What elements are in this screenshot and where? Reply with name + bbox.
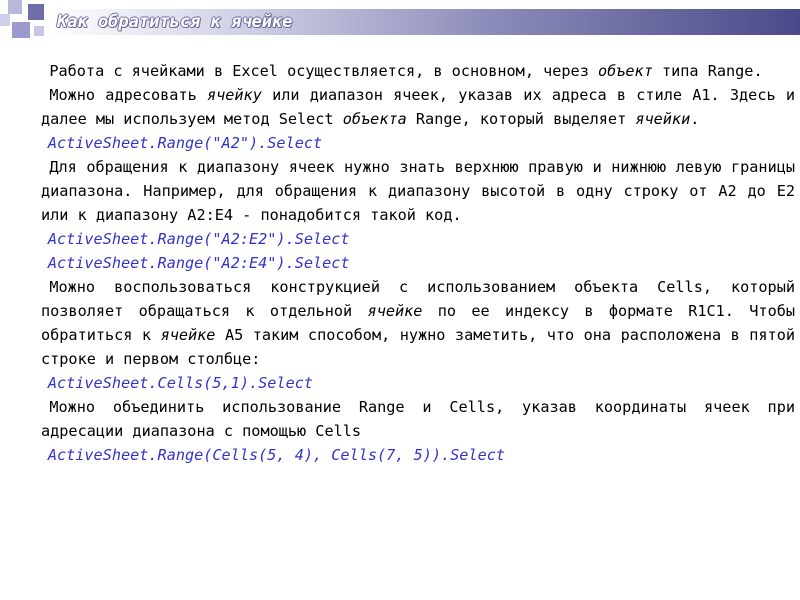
- emphasis-text: объект: [597, 62, 653, 80]
- paragraph-3: Для обращения к диапазону ячеек нужно зн…: [41, 155, 795, 227]
- paragraph-2: Можно адресовать ячейку или диапазон яче…: [41, 83, 795, 131]
- paragraph-text: Можно адресовать: [49, 86, 207, 104]
- emphasis-text: ячейке: [160, 326, 216, 344]
- code-line-4: ActiveSheet.Cells(5,1).Select: [47, 374, 313, 392]
- square-4: [12, 22, 30, 38]
- code-line-1: ActiveSheet.Range("A2").Select: [47, 134, 323, 152]
- square-2: [0, 14, 10, 26]
- code-line-2: ActiveSheet.Range("A2:E2").Select: [47, 230, 350, 248]
- paragraph-text: Работа с ячейками в Excel осуществляется…: [49, 62, 598, 80]
- paragraph-text: Можно объединить использование Range и C…: [41, 398, 795, 440]
- paragraph-5: Можно объединить использование Range и C…: [41, 395, 795, 443]
- emphasis-text: объекта: [342, 110, 407, 128]
- emphasis-text: ячейке: [367, 302, 423, 320]
- code-line-5: ActiveSheet.Range(Cells(5, 4), Cells(7, …: [47, 446, 506, 464]
- paragraph-text: Для обращения к диапазону ячеек нужно зн…: [41, 158, 795, 224]
- square-3: [28, 4, 44, 20]
- paragraph-4: Можно воспользоваться конструкцией с исп…: [41, 275, 795, 371]
- code-line-3: ActiveSheet.Range("A2:E4").Select: [47, 254, 350, 272]
- paragraph-text: .: [690, 110, 700, 128]
- paragraph-1: Работа с ячейками в Excel осуществляется…: [41, 59, 795, 83]
- paragraph-text: Range, который выделяет: [406, 110, 636, 128]
- square-1: [8, 0, 22, 14]
- emphasis-text: ячейки: [635, 110, 691, 128]
- square-5: [34, 26, 44, 36]
- slide-content: Работа с ячейками в Excel осуществляется…: [41, 59, 795, 467]
- paragraph-text: типа Range.: [652, 62, 763, 80]
- page-title: Как обратиться к ячейке: [57, 12, 293, 32]
- emphasis-text: ячейку: [206, 86, 262, 104]
